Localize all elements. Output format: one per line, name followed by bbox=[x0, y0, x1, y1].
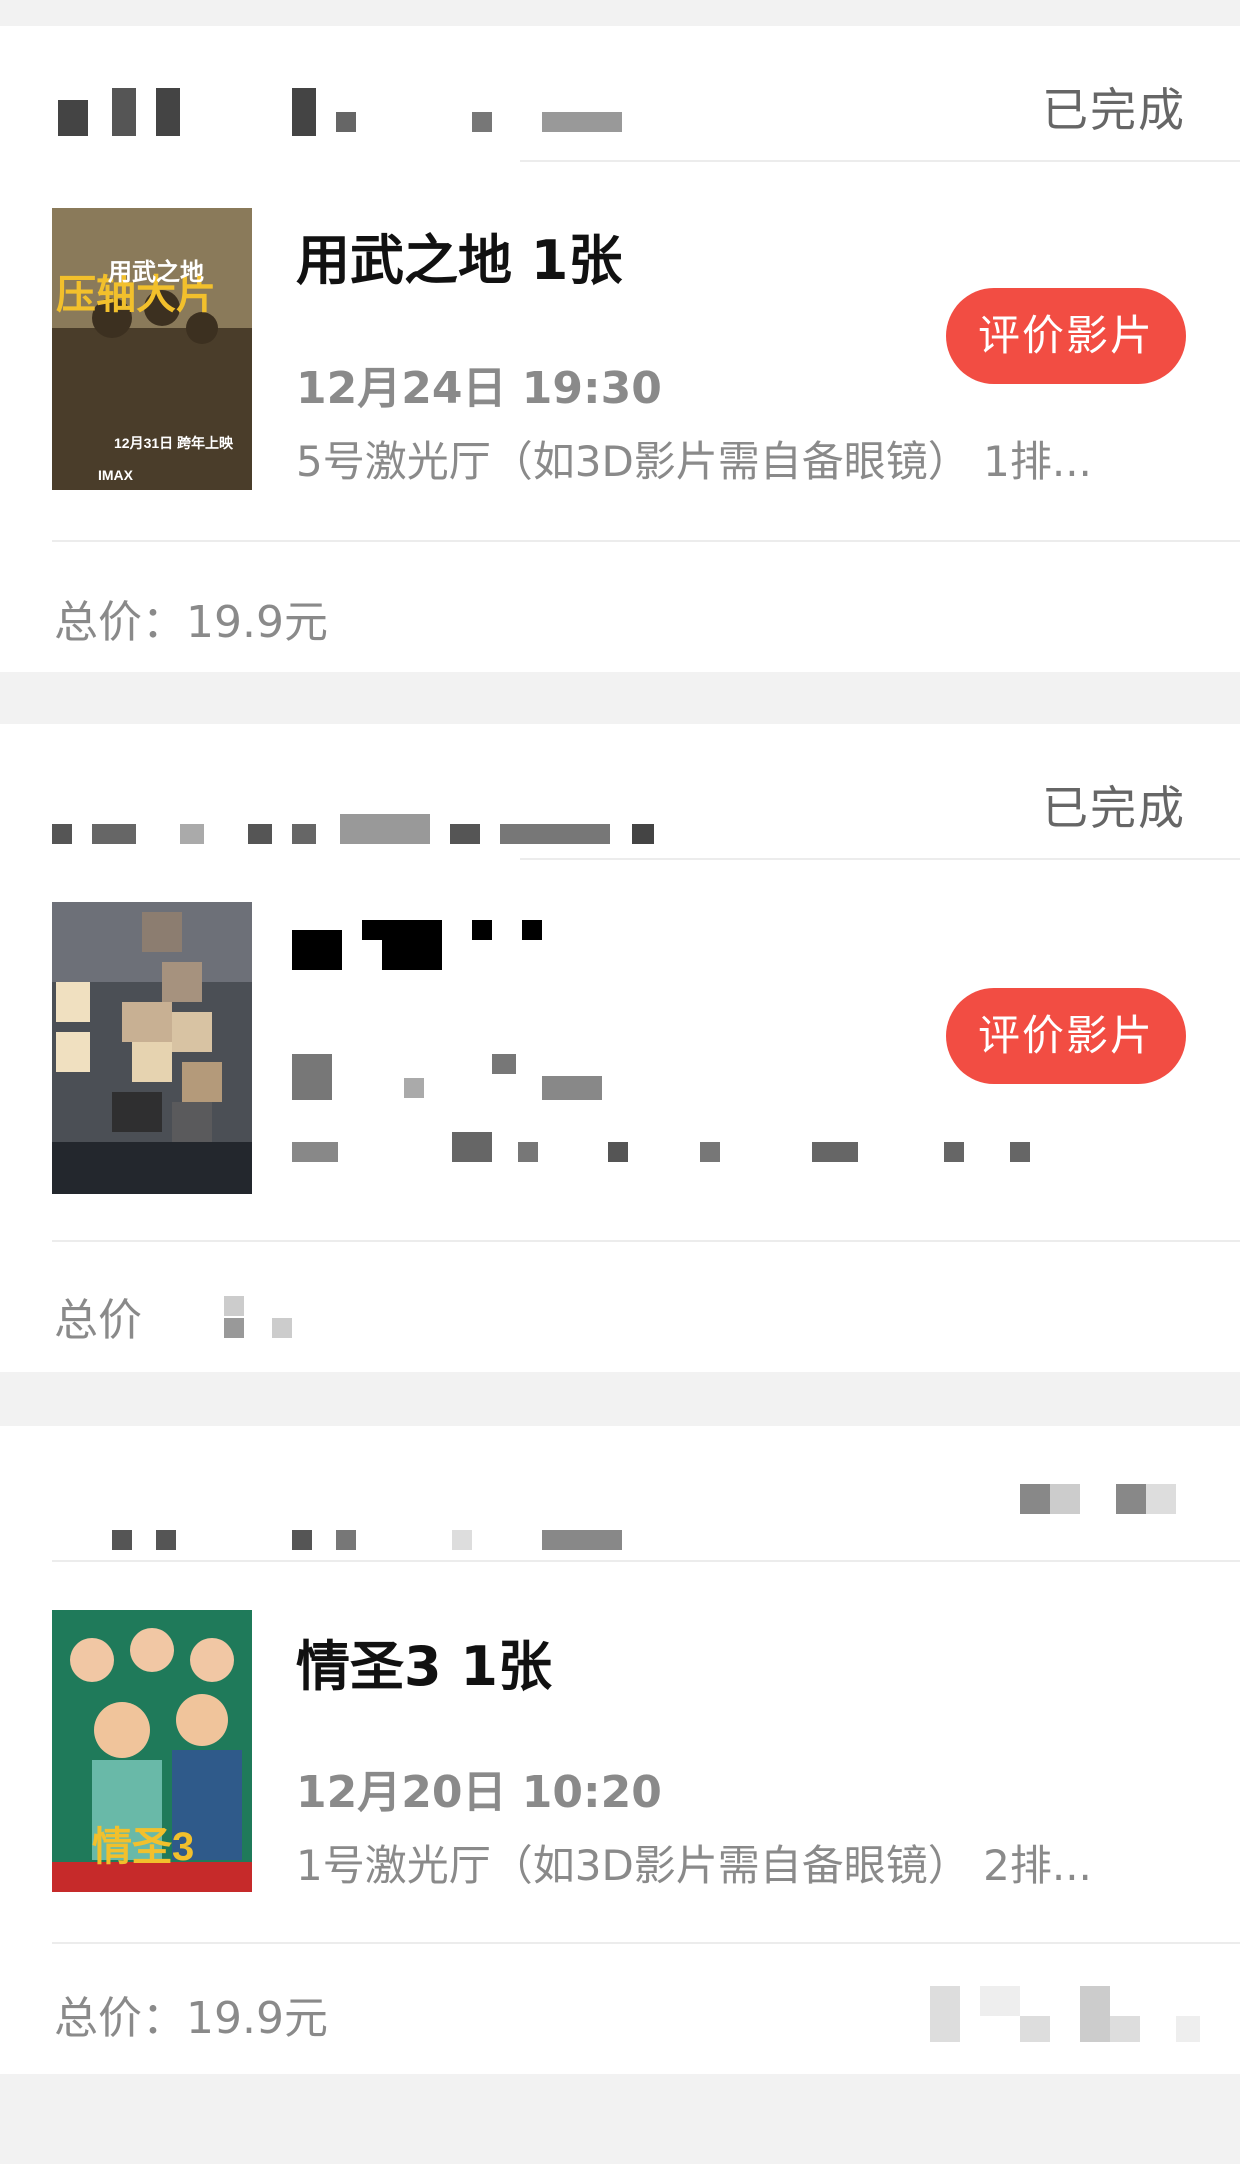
svg-text:12月31日 跨年上映: 12月31日 跨年上映 bbox=[114, 435, 234, 451]
total-price: 总价 bbox=[54, 1295, 142, 1346]
total-price: 总价：19.9元 bbox=[54, 597, 328, 648]
hall-seat-info: 1号激光厅（如3D影片需自备眼镜） 2排... bbox=[296, 1841, 1092, 1890]
svg-text:用武之地: 用武之地 bbox=[108, 258, 204, 286]
total-price: 总价：19.9元 bbox=[54, 1993, 328, 2044]
order-header bbox=[0, 1426, 1240, 1562]
movie-poster[interactable]: 压轴大片 用武之地 12月31日 跨年上映 IMAX bbox=[52, 208, 252, 490]
status-redacted bbox=[1020, 1484, 1180, 1520]
divider bbox=[52, 1560, 1240, 1562]
cinema-name-redacted bbox=[52, 70, 652, 136]
showtime: 12月24日 19:30 bbox=[296, 363, 662, 414]
order-card[interactable]: 已完成 压轴大片 用武之地 12月31日 跨年上映 IMAX 用武之地 1张 1… bbox=[0, 26, 1240, 672]
order-status: 已完成 bbox=[1042, 83, 1186, 137]
divider bbox=[52, 540, 1240, 542]
order-card[interactable]: 已完成 评价影片 总价 bbox=[0, 724, 1240, 1372]
cinema-name-redacted bbox=[52, 768, 654, 844]
poster-text: 情圣3 bbox=[92, 1825, 194, 1869]
movie-poster-redacted[interactable] bbox=[52, 902, 252, 1194]
order-header: 已完成 bbox=[0, 724, 1240, 860]
review-movie-button[interactable]: 评价影片 bbox=[946, 288, 1186, 384]
hall-seat-info: 5号激光厅（如3D影片需自备眼镜） 1排... bbox=[296, 437, 1092, 486]
divider bbox=[520, 858, 1240, 860]
movie-poster[interactable]: 情圣3 bbox=[52, 1610, 252, 1892]
divider bbox=[52, 1942, 1240, 1944]
movie-title-redacted bbox=[292, 920, 552, 970]
review-movie-button[interactable]: 评价影片 bbox=[946, 988, 1186, 1084]
hall-seat-redacted bbox=[292, 1132, 1052, 1172]
action-redacted bbox=[930, 1982, 1210, 2042]
order-header: 已完成 bbox=[0, 26, 1240, 162]
showtime: 12月20日 10:20 bbox=[296, 1767, 662, 1818]
divider bbox=[520, 160, 1240, 162]
svg-text:IMAX: IMAX bbox=[98, 467, 134, 483]
divider bbox=[52, 1240, 1240, 1242]
total-amount-redacted bbox=[220, 1296, 300, 1338]
cinema-name-redacted bbox=[52, 1470, 652, 1550]
showtime-redacted bbox=[292, 1054, 652, 1104]
order-status: 已完成 bbox=[1042, 781, 1186, 835]
movie-title: 情圣3 1张 bbox=[296, 1635, 552, 1698]
movie-title: 用武之地 1张 bbox=[296, 229, 623, 292]
order-card[interactable]: 情圣3 情圣3 1张 12月20日 10:20 1号激光厅（如3D影片需自备眼镜… bbox=[0, 1426, 1240, 2074]
